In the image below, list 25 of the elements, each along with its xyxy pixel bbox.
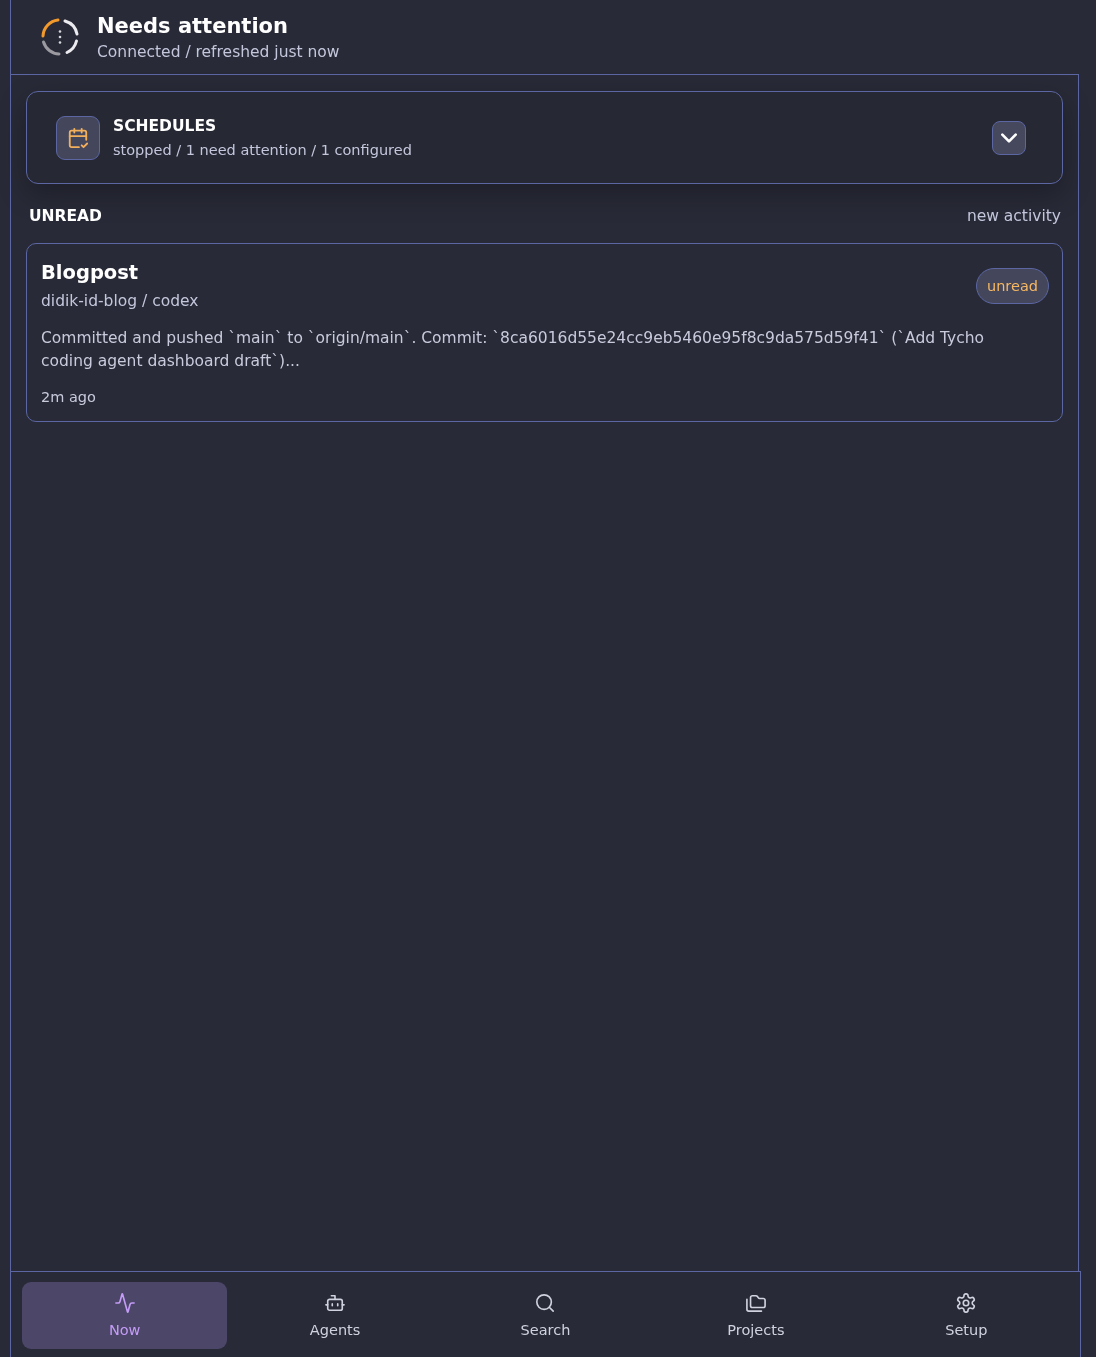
folders-icon <box>745 1293 766 1313</box>
nav-tab[interactable]: Search <box>442 1282 649 1349</box>
search-icon <box>535 1293 556 1313</box>
activity-time: 2m ago <box>41 388 97 407</box>
nav-tab[interactable]: Now <box>22 1282 228 1349</box>
nav-tab[interactable]: Agents <box>232 1282 438 1349</box>
activity-card[interactable]: Blogpost didik-id-blog / codex unread Committed and pushed `main` to `origin/main`. Commit: `8ca6016d55e24cc9eb5460e95f8c9da575d59f41` (`Add Tycho coding agent dashboard draft`)... 2m ago <box>26 243 1063 422</box>
expand-button[interactable] <box>992 120 1026 155</box>
section-title: UNREAD <box>29 206 102 226</box>
settings-icon <box>956 1293 977 1313</box>
project-path: didik-id-blog / codex <box>41 291 199 311</box>
activity-title: Blogpost <box>41 261 140 285</box>
activity-message: Committed and pushed `main` to `origin/main`. Commit: `8ca6016d55e24cc9eb5460e95f8c9da575d59f41` (`Add Tycho coding agent dashboard draft`)... <box>41 328 986 372</box>
robot-icon <box>325 1293 346 1313</box>
nav-tab[interactable]: Setup <box>863 1282 1069 1349</box>
pulse-icon <box>114 1293 135 1313</box>
section-note: new activity <box>966 206 1061 226</box>
dashed-ring-icon <box>40 17 80 57</box>
calendar-check-icon <box>56 115 100 160</box>
connection-status: Connected / refreshed just now <box>97 41 340 62</box>
schedules-title: SCHEDULES <box>113 115 218 136</box>
nav-tab[interactable]: Projects <box>653 1282 859 1349</box>
schedules-summary: stopped / 1 need attention / 1 configured <box>113 140 413 160</box>
status-badge: unread <box>975 268 1049 304</box>
page-title: Needs attention <box>97 12 289 39</box>
